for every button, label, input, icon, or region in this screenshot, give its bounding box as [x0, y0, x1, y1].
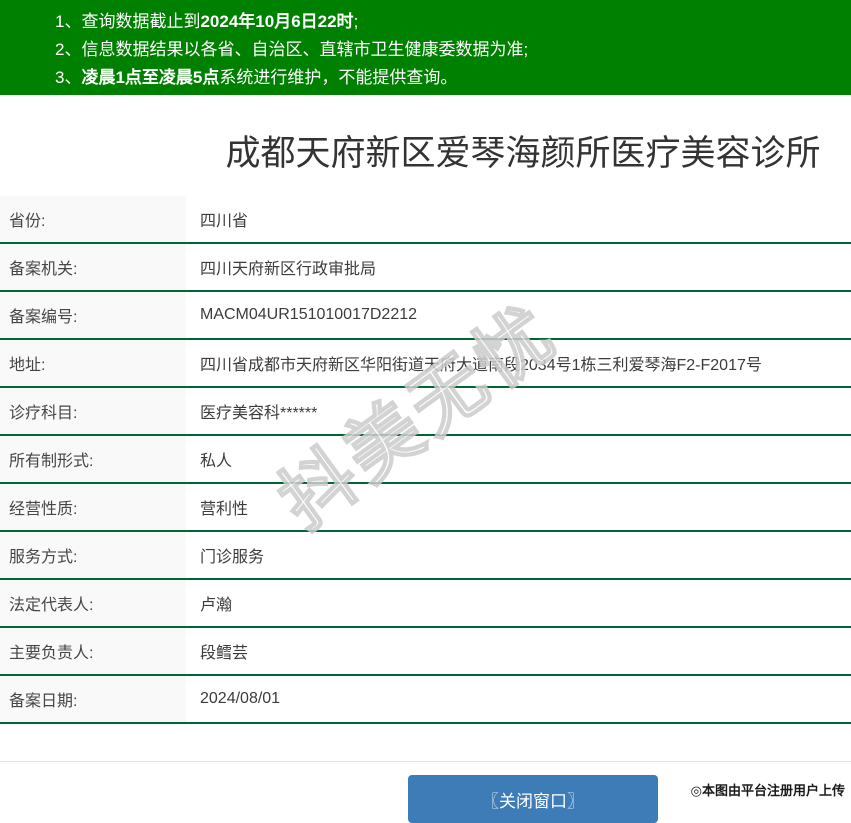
notice-number: 3、 [55, 68, 82, 87]
row-label: 法定代表人: [0, 580, 186, 626]
notice-text: 系统进行维护，不能提供查询。 [219, 68, 458, 87]
row-label: 地址: [0, 340, 186, 386]
notice-text: ; [353, 12, 359, 31]
footer-upload-note: ◎本图由平台注册用户上传 [690, 783, 845, 798]
row-value: 卢瀚 [200, 597, 233, 614]
notice-text: 信息数据结果以各省、自治区、直辖市卫生健康委数据为准; [81, 40, 529, 59]
record-table: 省份: 四川省 备案机关: 四川天府新区行政审批局 备案编号: MACM04UR… [0, 196, 851, 724]
row-value: 四川省成都市天府新区华阳街道天府大道南段2034号1栋三利爱琴海F2-F2017… [200, 357, 762, 374]
row-label: 备案机关: [0, 244, 186, 290]
table-row-service-mode: 服务方式: 门诊服务 [0, 532, 851, 580]
row-value: 2024/08/01 [200, 690, 281, 707]
row-label: 主要负责人: [0, 628, 186, 674]
close-window-button[interactable]: 〖关闭窗口〗 [408, 775, 658, 823]
row-value: 段鳕芸 [200, 645, 249, 662]
row-value: 四川天府新区行政审批局 [200, 261, 377, 278]
page-title: 成都天府新区爱琴海颜所医疗美容诊所 [225, 134, 821, 173]
row-value: 营利性 [200, 501, 249, 518]
table-row-filing-number: 备案编号: MACM04UR151010017D2212 [0, 292, 851, 340]
notice-line-2: 2、信息数据结果以各省、自治区、直辖市卫生健康委数据为准; [55, 36, 841, 64]
row-label: 服务方式: [0, 532, 186, 578]
table-row-address: 地址: 四川省成都市天府新区华阳街道天府大道南段2034号1栋三利爱琴海F2-F… [0, 340, 851, 388]
table-row-clinical-departments: 诊疗科目: 医疗美容科****** [0, 388, 851, 436]
bottom-divider [0, 761, 851, 762]
row-label: 备案编号: [0, 292, 186, 338]
table-row-ownership-type: 所有制形式: 私人 [0, 436, 851, 484]
row-label: 备案日期: [0, 676, 186, 722]
row-label: 诊疗科目: [0, 388, 186, 434]
notice-text-bold: 凌晨1点至凌晨5点 [81, 68, 220, 87]
row-label: 所有制形式: [0, 436, 186, 482]
table-row-filing-authority: 备案机关: 四川天府新区行政审批局 [0, 244, 851, 292]
notice-bar: 1、查询数据截止到2024年10月6日22时; 2、信息数据结果以各省、自治区、… [0, 0, 851, 95]
notice-text-bold: 2024年10月6日22时 [200, 12, 354, 31]
table-row-province: 省份: 四川省 [0, 196, 851, 244]
notice-number: 2、 [55, 40, 82, 59]
notice-line-3: 3、凌晨1点至凌晨5点系统进行维护，不能提供查询。 [55, 64, 841, 92]
row-value: MACM04UR151010017D2212 [200, 306, 418, 323]
table-row-person-in-charge: 主要负责人: 段鳕芸 [0, 628, 851, 676]
notice-line-1: 1、查询数据截止到2024年10月6日22时; [55, 8, 841, 36]
row-value: 门诊服务 [200, 549, 265, 566]
table-row-filing-date: 备案日期: 2024/08/01 [0, 676, 851, 724]
notice-number: 1、 [55, 12, 82, 31]
row-value: 四川省 [200, 213, 249, 230]
row-value: 私人 [200, 453, 233, 470]
row-label: 省份: [0, 196, 186, 242]
row-value: 医疗美容科****** [200, 405, 318, 422]
table-row-business-nature: 经营性质: 营利性 [0, 484, 851, 532]
row-label: 经营性质: [0, 484, 186, 530]
notice-text: 查询数据截止到 [81, 12, 201, 31]
table-row-legal-representative: 法定代表人: 卢瀚 [0, 580, 851, 628]
